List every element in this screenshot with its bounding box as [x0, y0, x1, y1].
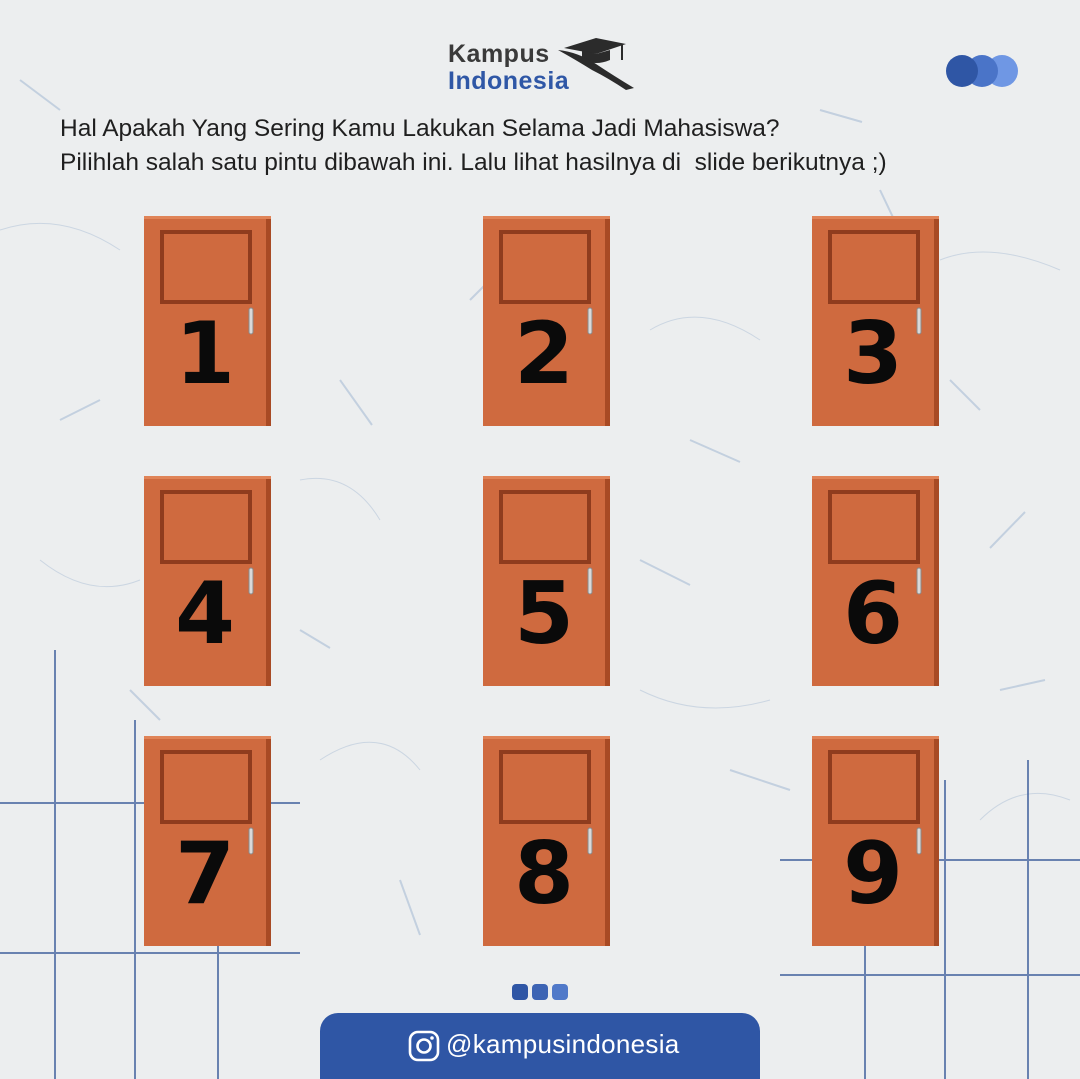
- kampus-indonesia-logo: Kampus Indonesia: [448, 30, 638, 95]
- door-9[interactable]: 9: [808, 732, 948, 952]
- page-dot: [512, 984, 528, 1000]
- page-indicator: [512, 984, 570, 1002]
- question-text: Hal Apakah Yang Sering Kamu Lakukan Sela…: [60, 112, 1060, 180]
- door-4[interactable]: 4: [140, 472, 280, 692]
- door-number: 5: [514, 564, 574, 664]
- door-8[interactable]: 8: [479, 732, 619, 952]
- logo-text-line1: Kampus: [448, 40, 550, 68]
- question-line-1: Hal Apakah Yang Sering Kamu Lakukan Sela…: [60, 115, 780, 142]
- door-3[interactable]: 3: [808, 212, 948, 432]
- door-number: 9: [843, 824, 903, 924]
- door-2[interactable]: 2: [479, 212, 619, 432]
- door-number: 6: [843, 564, 903, 664]
- logo-text-line2: Indonesia: [448, 67, 570, 95]
- door-1[interactable]: 1: [140, 212, 280, 432]
- door-number: 8: [514, 824, 574, 924]
- instagram-icon: [408, 1030, 440, 1062]
- door-number: 4: [175, 564, 235, 664]
- door-number: 3: [843, 304, 903, 404]
- door-7[interactable]: 7: [140, 732, 280, 952]
- header-dot: [946, 55, 978, 87]
- door-5[interactable]: 5: [479, 472, 619, 692]
- header-dots: [946, 55, 1020, 87]
- instagram-footer[interactable]: @kampusindonesia: [320, 1013, 760, 1079]
- door-number: 2: [514, 304, 574, 404]
- page-dot: [532, 984, 548, 1000]
- page-dot: [552, 984, 568, 1000]
- door-number: 1: [175, 304, 235, 404]
- instagram-handle[interactable]: @kampusindonesia: [446, 1029, 680, 1060]
- question-line-2: Pilihlah salah satu pintu dibawah ini. L…: [60, 149, 887, 176]
- door-number: 7: [175, 824, 235, 924]
- graduation-cap-icon: [558, 38, 634, 90]
- door-6[interactable]: 6: [808, 472, 948, 692]
